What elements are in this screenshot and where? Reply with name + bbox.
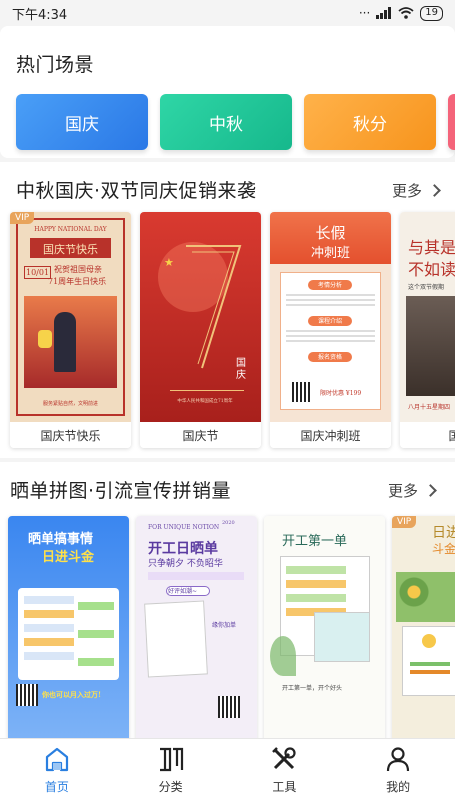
- tools-icon: [272, 747, 296, 770]
- template-thumbnail: 晒单搞事情 日进斗金 你也可以月入过万!: [8, 516, 129, 738]
- festival-section: 中秋国庆·双节同庆促销来袭 更多 VIP HAPPY NATIONAL DAY …: [0, 162, 455, 458]
- template-thumbnail: HAPPY NATIONAL DAY 国庆节快乐 10/01 祝贺祖国母亲 71…: [10, 212, 131, 422]
- thumb-text: 国庆节快乐: [43, 243, 98, 256]
- thumb-text: 你也可以月入过万!: [42, 690, 102, 699]
- template-thumbnail: ★ 国庆 中华人民共和国成立71周年: [140, 212, 261, 422]
- template-card-kaigong[interactable]: 开工第一单 开工第一单，开个好头: [264, 516, 385, 738]
- card-caption: 国庆节快乐: [10, 422, 131, 448]
- template-card-guoqing-partial[interactable]: 与其是 不如读 这个双节假期 八月十五星期四 国庆: [400, 212, 455, 448]
- template-card-shaidan-1[interactable]: 晒单搞事情 日进斗金 你也可以月入过万!: [8, 516, 129, 738]
- template-card-rijin-partial[interactable]: VIP 日进 斗金: [392, 516, 455, 738]
- thumb-text: 冲刺班: [310, 246, 350, 261]
- tab-label: 分类: [158, 780, 183, 794]
- scene-button-partial[interactable]: [448, 94, 455, 150]
- chevron-right-icon: [424, 484, 437, 497]
- template-card-guoqing-kuaile[interactable]: VIP HAPPY NATIONAL DAY 国庆节快乐 10/01 祝贺祖国母…: [10, 212, 131, 448]
- main-content: 热门场景 国庆 中秋 秋分 中秋国庆·双节同庆促销来袭 更多 VIP HAPPY…: [0, 26, 455, 738]
- tab-category[interactable]: 分类: [114, 739, 228, 800]
- thumb-text: 这个双节假期: [408, 284, 445, 291]
- scene-button-guoqing[interactable]: 国庆: [16, 94, 148, 150]
- hot-scenes-section: 热门场景 国庆 中秋 秋分: [0, 26, 455, 158]
- template-card-shaidan-2[interactable]: FOR UNIQUE NOTION 开工日晒单 只争朝夕 不负昭华 好评如潮~ …: [136, 516, 257, 738]
- showcase-section: 晒单拼图·引流宣传拼销量 更多 晒单搞事情 日进斗金 你也可以月入过万! FOR…: [0, 462, 455, 738]
- thumb-text: 2020: [222, 520, 235, 526]
- thumb-text: 报名资格: [317, 354, 342, 361]
- tab-label: 工具: [272, 780, 297, 794]
- showcase-more-link[interactable]: 更多: [388, 480, 437, 501]
- thumb-text: 不如读: [408, 260, 455, 279]
- thumb-text: 开工第一单: [282, 534, 348, 549]
- wifi-icon: [398, 7, 414, 19]
- status-icons: ··· 19: [358, 5, 443, 21]
- template-card-chongci-ban[interactable]: 长假 冲刺班 考情分析 课程介绍 报名资格 限时优惠 ¥199 国庆冲刺班: [270, 212, 391, 448]
- card-caption: 国庆冲刺班: [270, 422, 391, 448]
- hot-scenes-title: 热门场景: [16, 54, 95, 76]
- thumb-text: 10/01: [24, 266, 52, 279]
- home-icon: [45, 747, 68, 772]
- template-thumbnail: 与其是 不如读 这个双节假期 八月十五星期四: [400, 212, 455, 422]
- thumb-text: 八月十五星期四: [408, 404, 451, 411]
- thumb-text: 开工第一单，开个好头: [282, 685, 343, 692]
- thumb-text: 只争朝夕 不负昭华: [148, 559, 223, 569]
- tab-mine[interactable]: 我的: [341, 739, 455, 800]
- tab-tools[interactable]: 工具: [228, 739, 342, 800]
- thumb-text: 中华人民共和国成立71周年: [177, 399, 233, 404]
- dots-icon: ···: [358, 6, 371, 20]
- thumb-text: 缘你加单: [212, 622, 237, 629]
- showcase-section-title: 晒单拼图·引流宣传拼销量: [10, 480, 232, 502]
- card-caption: 国庆: [400, 422, 455, 448]
- status-time: 下午4:34: [12, 7, 68, 23]
- more-label: 更多: [392, 182, 423, 200]
- vip-badge: VIP: [392, 516, 417, 528]
- thumb-text: 祝贺祖国母亲: [54, 265, 102, 274]
- thumb-text: 国庆: [236, 358, 246, 381]
- festival-section-title: 中秋国庆·双节同庆促销来袭: [16, 180, 257, 202]
- thumb-text: 课程介绍: [317, 318, 342, 325]
- thumb-text: 晒单搞事情: [28, 532, 94, 547]
- template-card-guoqing-jie[interactable]: ★ 国庆 中华人民共和国成立71周年 国庆节: [140, 212, 261, 448]
- thumb-text: HAPPY NATIONAL DAY: [34, 226, 107, 233]
- thumb-text: 日进斗金: [42, 550, 95, 565]
- festival-more-link[interactable]: 更多: [392, 180, 441, 201]
- battery-indicator: 19: [420, 5, 443, 21]
- thumb-text: 考情分析: [317, 282, 342, 289]
- tab-label: 我的: [386, 780, 411, 794]
- thumb-text: 服务紧贴自然，文明前进: [42, 401, 98, 407]
- thumb-text: 长假: [315, 224, 346, 242]
- scene-button-zhongqiu[interactable]: 中秋: [160, 94, 292, 150]
- vip-badge: VIP: [10, 212, 35, 224]
- more-label: 更多: [388, 482, 419, 500]
- template-thumbnail: 开工第一单 开工第一单，开个好头: [264, 516, 385, 738]
- bottom-tab-bar: 首页 分类 工具 我的: [0, 738, 455, 800]
- template-thumbnail: 日进 斗金: [392, 516, 455, 738]
- thumb-text: 限时优惠 ¥199: [320, 390, 362, 397]
- user-icon: [387, 747, 410, 772]
- status-bar: 下午4:34 ··· 19: [0, 0, 455, 26]
- tab-label: 首页: [44, 780, 69, 794]
- chevron-right-icon: [428, 184, 441, 197]
- thumb-text: 好评如潮~: [168, 588, 198, 595]
- category-icon: [159, 747, 183, 772]
- thumb-text: 与其是: [408, 238, 455, 257]
- thumb-text: 斗金: [432, 542, 455, 556]
- thumb-text: FOR UNIQUE NOTION: [148, 524, 220, 531]
- tab-home[interactable]: 首页: [0, 739, 114, 800]
- thumb-text: 71周年生日快乐: [48, 277, 107, 286]
- thumb-text: 日进: [432, 525, 455, 541]
- template-thumbnail: FOR UNIQUE NOTION 开工日晒单 只争朝夕 不负昭华 好评如潮~ …: [136, 516, 257, 738]
- scene-button-qiufen[interactable]: 秋分: [304, 94, 436, 150]
- card-caption: 国庆节: [140, 422, 261, 448]
- template-thumbnail: 长假 冲刺班 考情分析 课程介绍 报名资格 限时优惠 ¥199: [270, 212, 391, 422]
- signal-icon: [376, 7, 392, 19]
- thumb-text: 开工日晒单: [148, 541, 218, 557]
